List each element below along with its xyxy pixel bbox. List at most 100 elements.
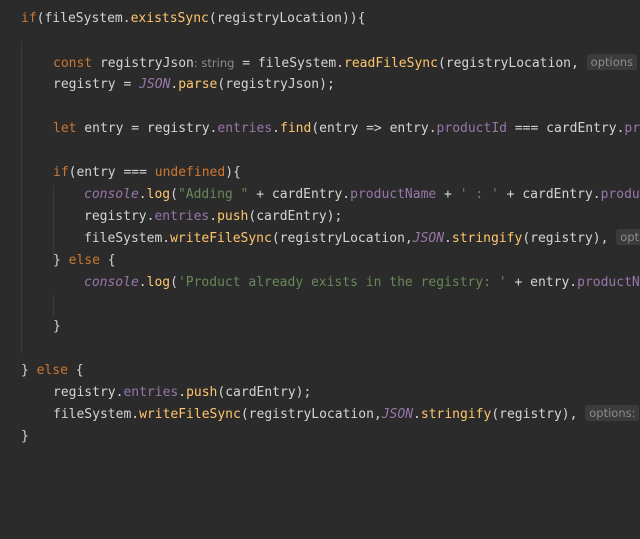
code-text: (registryLocation,	[437, 56, 579, 71]
keyword: undefined	[154, 165, 226, 180]
keyword: else	[68, 253, 100, 268]
punctuation: (	[170, 275, 178, 290]
global-object: console	[84, 275, 139, 290]
code-line: if(fileSystem.existsSync(registryLocatio…	[21, 8, 365, 30]
punctuation: }	[21, 429, 29, 444]
keyword: if	[21, 11, 37, 26]
property: entries	[217, 121, 273, 136]
function-name: writeFileSync	[139, 407, 241, 422]
code-text: + entry.	[506, 275, 578, 290]
code-line: registry = JSON.parse(registryJson);	[53, 74, 335, 96]
code-text: (registry),	[491, 407, 578, 422]
keyword: if	[53, 165, 69, 180]
code-text: + cardEntry.	[498, 187, 601, 202]
code-text: fileSystem.	[53, 407, 140, 422]
code-line: }	[21, 426, 29, 448]
global-object: JSON	[381, 407, 414, 422]
global-object: JSON	[139, 77, 171, 92]
code-line: }	[53, 316, 61, 338]
punctuation: .	[178, 385, 187, 400]
punctuation: )){	[341, 11, 366, 26]
code-line: fileSystem.writeFileSync(registryLocatio…	[84, 228, 640, 250]
function-name: log	[146, 187, 171, 202]
punctuation: }	[53, 253, 69, 268]
code-text: registry.	[84, 209, 155, 224]
keyword: else	[36, 363, 68, 378]
identifier: registryJson	[92, 56, 194, 71]
property: productNa	[577, 275, 640, 290]
code-text: + cardEntry.	[248, 187, 351, 202]
punctuation: .	[138, 275, 147, 290]
property: pro	[624, 121, 640, 136]
function-name: writeFileSync	[170, 231, 272, 246]
code-line: console.log("Adding " + cardEntry.produc…	[84, 184, 640, 206]
keyword: const	[53, 56, 93, 71]
function-name: parse	[178, 77, 218, 92]
code-text: (registry),	[522, 231, 609, 246]
identifier: fileSystem	[44, 11, 123, 26]
code-text: fileSystem.	[84, 231, 171, 246]
code-line: fileSystem.writeFileSync(registryLocatio…	[53, 404, 640, 426]
function-name: stringify	[451, 231, 523, 246]
code-text: registry.	[53, 385, 124, 400]
function-name: find	[280, 121, 312, 136]
code-text: {	[99, 253, 116, 268]
code-text: registry =	[53, 77, 140, 92]
string-literal: "Adding "	[177, 187, 249, 202]
property: entries	[123, 385, 179, 400]
function-name: push	[186, 385, 218, 400]
code-text: (entry => entry.	[311, 121, 437, 136]
punctuation: (	[208, 11, 217, 26]
punctuation: .	[444, 231, 452, 246]
code-text: === cardEntry.	[507, 121, 625, 136]
property: produc	[600, 187, 640, 202]
code-text: (cardEntry);	[248, 209, 343, 224]
code-text: entry = registry.	[76, 121, 218, 136]
punctuation: (	[170, 187, 178, 202]
indent-guide	[53, 295, 54, 317]
code-text: {	[67, 363, 84, 378]
code-text: +	[436, 187, 460, 202]
code-line: if(entry === undefined){	[53, 162, 241, 184]
global-object: JSON	[412, 231, 445, 246]
code-line: const registryJson: string = fileSystem.…	[53, 52, 638, 74]
code-line: } else {	[53, 250, 116, 272]
parameter-hint: optio	[616, 229, 640, 245]
code-line: } else {	[21, 360, 84, 382]
punctuation: .	[209, 209, 218, 224]
code-text: = fileSystem.	[234, 56, 345, 71]
code-text: (cardEntry);	[217, 385, 312, 400]
identifier: registryLocation	[216, 11, 342, 26]
code-line: let entry = registry.entries.find(entry …	[53, 118, 640, 140]
function-name: push	[217, 209, 249, 224]
punctuation: .	[272, 121, 280, 136]
indent-guide	[21, 41, 22, 353]
code-text: (registryLocation,	[240, 407, 382, 422]
code-text: ){	[225, 165, 241, 180]
function-name: log	[146, 275, 171, 290]
property: productName	[350, 187, 437, 202]
indent-guide	[53, 185, 54, 259]
string-literal: 'Product already exists in the registry:…	[177, 275, 507, 290]
property: productId	[436, 121, 507, 136]
parameter-hint: options	[586, 54, 638, 70]
keyword: let	[53, 121, 77, 136]
function-name: readFileSync	[344, 56, 438, 71]
code-line: registry.entries.push(cardEntry);	[84, 206, 342, 228]
string-literal: ' : '	[459, 187, 499, 202]
parameter-hint: options:	[585, 405, 640, 421]
punctuation: }	[53, 319, 61, 334]
punctuation: .	[138, 187, 147, 202]
code-text: (entry ===	[68, 165, 155, 180]
code-text: (registryJson);	[217, 77, 335, 92]
property: entries	[154, 209, 210, 224]
type-hint: : string	[193, 56, 235, 70]
function-name: existsSync	[130, 11, 209, 26]
code-line: console.log('Product already exists in t…	[84, 272, 640, 294]
punctuation: }	[21, 363, 37, 378]
code-text: (registryLocation,	[271, 231, 413, 246]
global-object: console	[84, 187, 139, 202]
punctuation: .	[413, 407, 421, 422]
code-editor[interactable]: if(fileSystem.existsSync(registryLocatio…	[0, 0, 640, 539]
function-name: stringify	[420, 407, 492, 422]
